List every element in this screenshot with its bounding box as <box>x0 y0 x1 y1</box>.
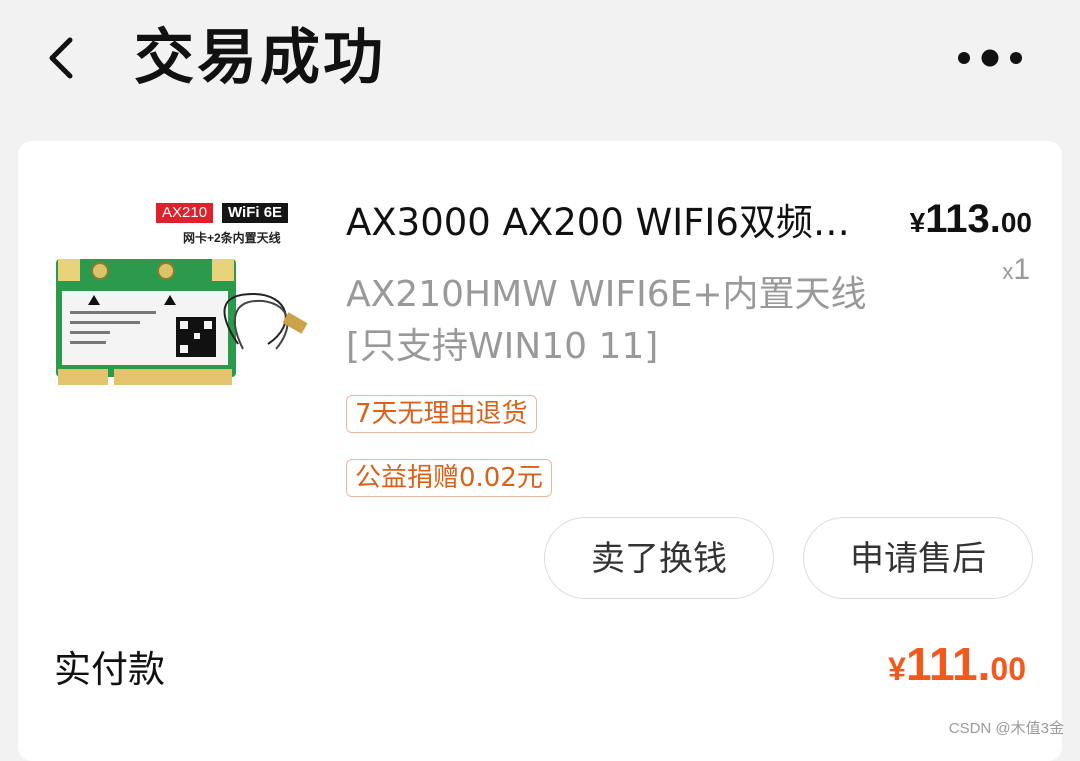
product-title[interactable]: AX3000 AX200 WIFI6双频… <box>346 199 871 247</box>
after-sale-button[interactable]: 申请售后 <box>803 517 1033 599</box>
wifi-card-illustration <box>56 259 308 385</box>
quantity-prefix: x <box>1002 259 1014 284</box>
price-integer: 113. <box>925 197 1001 241</box>
charity-donation-badge: 公益捐赠0.02元 <box>346 459 552 497</box>
payment-currency: ¥ <box>888 651 906 687</box>
top-nav-bar: 交易成功 <box>0 0 1080 118</box>
payment-amount: ¥111.00 <box>888 637 1026 691</box>
payment-label: 实付款 <box>54 648 165 691</box>
product-image[interactable]: AX210 WiFi 6E 网卡+2条内置天线 <box>48 199 316 449</box>
order-item-card: AX210 WiFi 6E 网卡+2条内置天线 AX3000 AX200 WIF… <box>18 141 1062 761</box>
sell-button[interactable]: 卖了换钱 <box>544 517 774 599</box>
more-dots-icon <box>958 49 1022 67</box>
watermark: CSDN @木值3金 <box>948 720 1064 737</box>
quantity: x1 <box>1002 253 1030 287</box>
quantity-value: 1 <box>1013 253 1030 286</box>
page-title: 交易成功 <box>134 23 386 93</box>
back-button[interactable] <box>40 30 88 86</box>
more-options-button[interactable] <box>950 36 1036 80</box>
payment-decimal: 00 <box>990 651 1026 687</box>
payment-integer: 111. <box>905 638 991 690</box>
price-currency: ¥ <box>909 207 926 238</box>
unit-price: ¥113.00 <box>910 197 1032 242</box>
price-decimal: 00 <box>1000 207 1032 238</box>
return-policy-badge: 7天无理由退货 <box>346 395 537 433</box>
chevron-left-icon <box>49 37 73 79</box>
product-spec: AX210HMW WIFI6E+内置天线[只支持WIN10 11] <box>346 274 867 367</box>
